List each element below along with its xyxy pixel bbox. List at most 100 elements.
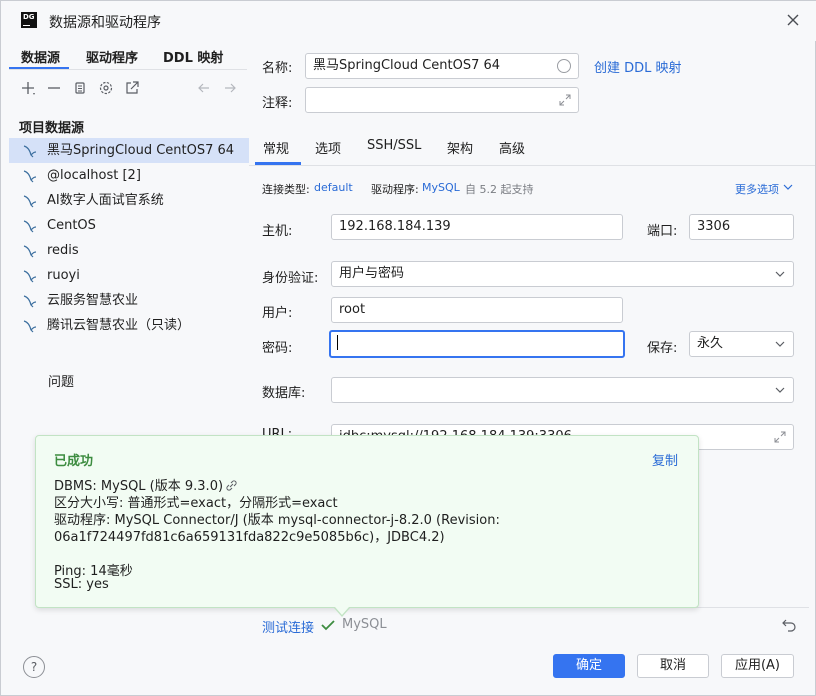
add-icon[interactable] bbox=[19, 79, 37, 97]
auth-label: 身份验证: bbox=[262, 271, 319, 286]
datasource-item[interactable]: ruoyi bbox=[9, 263, 249, 288]
expand-icon[interactable] bbox=[558, 93, 572, 107]
user-value: root bbox=[339, 302, 366, 317]
user-field[interactable]: root bbox=[331, 297, 623, 323]
datasource-item[interactable]: 腾讯云智慧农业（只读） bbox=[9, 313, 249, 338]
close-icon[interactable] bbox=[783, 10, 803, 30]
chevron-down-icon bbox=[775, 271, 785, 277]
tab-datasources[interactable]: 数据源 bbox=[21, 47, 60, 66]
name-value: 黑马SpringCloud CentOS7 64 bbox=[313, 58, 501, 73]
tab-schemas[interactable]: 架构 bbox=[447, 138, 473, 157]
forward-arrow-icon[interactable] bbox=[221, 79, 239, 97]
password-field[interactable] bbox=[329, 330, 625, 358]
mysql-dolphin-icon bbox=[23, 145, 37, 158]
copy-link[interactable]: 复制 bbox=[652, 450, 678, 469]
datasource-item[interactable]: 云服务智慧农业 bbox=[9, 288, 249, 313]
connection-type-value[interactable]: default bbox=[314, 181, 353, 194]
undo-icon[interactable] bbox=[781, 616, 797, 632]
save-password-select[interactable]: 永久 bbox=[689, 331, 794, 357]
remove-icon[interactable] bbox=[45, 79, 63, 97]
popup-line: 06a1f724497fd81c6a659131fda822c9e5085b6c… bbox=[54, 530, 445, 545]
test-connection-popup: 已成功 复制 DBMS: MySQL (版本 9.3.0) 区分大小写: 普通形… bbox=[35, 435, 699, 608]
mysql-dolphin-icon bbox=[23, 170, 37, 183]
datasource-label: AI数字人面试官系统 bbox=[47, 193, 164, 208]
create-ddl-mapping-link[interactable]: 创建 DDL 映射 bbox=[594, 57, 682, 76]
popup-pointer-fill bbox=[335, 607, 349, 615]
auth-value: 用户与密码 bbox=[339, 266, 405, 281]
settings-tabs: 常规 选项 SSH/SSL 架构 高级 bbox=[249, 135, 815, 167]
more-options-link[interactable]: 更多选项 bbox=[735, 181, 779, 197]
auth-select[interactable]: 用户与密码 bbox=[331, 261, 794, 287]
mysql-dolphin-icon bbox=[23, 295, 37, 308]
host-field[interactable]: 192.168.184.139 bbox=[331, 214, 623, 240]
connection-type-label: 连接类型: bbox=[262, 183, 310, 196]
tab-advanced[interactable]: 高级 bbox=[499, 138, 525, 157]
chevron-down-icon bbox=[775, 387, 785, 393]
test-connection-link[interactable]: 测试连接 bbox=[262, 617, 314, 636]
link-icon[interactable] bbox=[225, 479, 238, 492]
database-label: 数据库: bbox=[262, 386, 306, 401]
comment-field[interactable] bbox=[305, 87, 579, 113]
duplicate-icon[interactable] bbox=[71, 79, 89, 97]
color-circle-icon[interactable] bbox=[556, 58, 572, 74]
tab-ssh-ssl[interactable]: SSH/SSL bbox=[367, 138, 421, 153]
tab-general[interactable]: 常规 bbox=[263, 138, 289, 157]
user-label: 用户: bbox=[262, 306, 293, 321]
project-datasources-heading: 项目数据源 bbox=[19, 121, 85, 136]
mysql-dolphin-icon bbox=[23, 270, 37, 283]
save-value: 永久 bbox=[697, 336, 724, 351]
driver-label: 驱动程序: bbox=[371, 183, 419, 196]
host-value: 192.168.184.139 bbox=[339, 219, 451, 234]
save-label: 保存: bbox=[647, 341, 678, 356]
expand-icon[interactable] bbox=[773, 430, 787, 444]
mysql-dolphin-icon bbox=[23, 195, 37, 208]
left-toolbar bbox=[19, 79, 249, 99]
mysql-dolphin-icon bbox=[23, 220, 37, 233]
gear-icon[interactable] bbox=[97, 79, 115, 97]
chevron-down-icon bbox=[783, 184, 793, 190]
port-field[interactable]: 3306 bbox=[689, 214, 794, 240]
open-external-icon[interactable] bbox=[123, 79, 141, 97]
port-value: 3306 bbox=[697, 219, 731, 234]
datasource-label: 黑马SpringCloud CentOS7 64 bbox=[47, 143, 235, 158]
database-select[interactable] bbox=[331, 377, 794, 403]
tab-ddl-mappings[interactable]: DDL 映射 bbox=[163, 47, 223, 66]
datasource-item[interactable]: redis bbox=[9, 238, 249, 263]
logo-text: DG bbox=[23, 13, 35, 21]
datasource-label: 云服务智慧农业 bbox=[47, 293, 139, 308]
datasource-label: 腾讯云智慧农业（只读） bbox=[47, 318, 191, 333]
name-label: 名称: bbox=[262, 61, 293, 76]
datasource-label: @localhost [2] bbox=[47, 168, 141, 183]
datasource-item[interactable]: CentOS bbox=[9, 213, 249, 238]
name-field[interactable]: 黑马SpringCloud CentOS7 64 bbox=[305, 53, 579, 79]
datasource-list: 黑马SpringCloud CentOS7 64 @localhost [2] … bbox=[9, 138, 249, 338]
datasource-label: CentOS bbox=[47, 218, 96, 233]
driver-support-note: 自 5.2 起支持 bbox=[465, 183, 534, 196]
driver-value[interactable]: MySQL bbox=[422, 181, 460, 194]
apply-button[interactable]: 应用(A) bbox=[721, 654, 794, 678]
datagrip-logo-icon: DG bbox=[21, 12, 37, 28]
divider bbox=[249, 165, 815, 166]
problems-label[interactable]: 问题 bbox=[48, 371, 74, 390]
datasource-label: ruoyi bbox=[47, 268, 80, 283]
test-result-label: MySQL bbox=[342, 617, 387, 632]
popup-line: SSL: yes bbox=[54, 577, 109, 592]
datasource-item[interactable]: AI数字人面试官系统 bbox=[9, 188, 249, 213]
mysql-dolphin-icon bbox=[23, 245, 37, 258]
datasource-dialog: DG 数据源和驱动程序 数据源 驱动程序 DDL 映射 项目数据源 黑马Spri… bbox=[0, 0, 816, 696]
title-bar: DG 数据源和驱动程序 bbox=[1, 1, 816, 41]
tab-options[interactable]: 选项 bbox=[315, 138, 341, 157]
checkmark-icon bbox=[321, 620, 335, 631]
datasource-item[interactable]: @localhost [2] bbox=[9, 163, 249, 188]
window-title: 数据源和驱动程序 bbox=[49, 15, 161, 31]
back-arrow-icon[interactable] bbox=[195, 79, 213, 97]
help-button[interactable]: ? bbox=[23, 656, 45, 678]
password-label: 密码: bbox=[262, 341, 293, 356]
host-label: 主机: bbox=[262, 224, 293, 239]
port-label: 端口: bbox=[647, 224, 678, 239]
ok-button[interactable]: 确定 bbox=[553, 654, 625, 678]
datasource-item[interactable]: 黑马SpringCloud CentOS7 64 bbox=[9, 138, 249, 163]
cancel-button[interactable]: 取消 bbox=[637, 654, 709, 678]
comment-label: 注释: bbox=[262, 96, 293, 111]
tab-drivers[interactable]: 驱动程序 bbox=[86, 47, 138, 66]
